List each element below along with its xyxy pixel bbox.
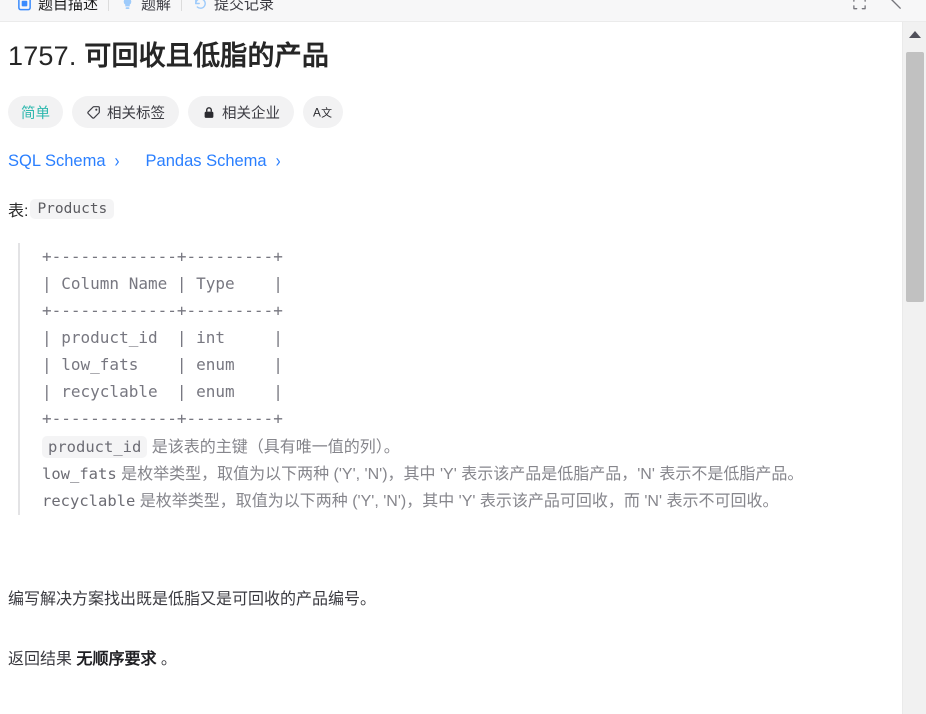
table-label: 表: Products <box>8 197 878 221</box>
related-companies-label: 相关企业 <box>222 105 280 122</box>
tag-icon <box>86 105 101 120</box>
difficulty-label: 简单 <box>21 105 50 122</box>
tab-bar-actions <box>850 0 926 13</box>
order-note-prefix: 返回结果 <box>8 651 77 668</box>
code-product-id: product_id <box>42 436 148 458</box>
translate-button[interactable]: A 文 <box>303 96 343 128</box>
triangle-up-icon <box>908 30 921 38</box>
table-name: Products <box>30 199 115 219</box>
problem-content: 1757. 可回收且低脂的产品 简单 相关标签 相关企业 A 文 SQL Sch… <box>0 22 902 714</box>
related-companies-button[interactable]: 相关企业 <box>188 96 294 128</box>
ascii-schema-table: +-------------+---------+ | Column Name … <box>42 247 283 428</box>
svg-text:文: 文 <box>321 106 332 120</box>
related-tags-label: 相关标签 <box>107 105 165 122</box>
problem-description-pane: 题目描述 题解 提交记录 1757. 可回收且低脂的产品 简单 相关标签 相关企… <box>0 0 926 714</box>
tab-bar: 题目描述 题解 提交记录 <box>0 0 926 22</box>
note-low-fats: low_fats 是枚举类型，取值为以下两种 ('Y', 'N')，其中 'Y'… <box>42 461 878 488</box>
note-product-id-text: 是该表的主键（具有唯一值的列）。 <box>147 439 400 456</box>
note-low-fats-text: 是枚举类型，取值为以下两种 ('Y', 'N')，其中 'Y' 表示该产品是低脂… <box>116 466 804 483</box>
status-badge-difficulty[interactable]: 简单 <box>8 96 63 128</box>
tab-label: 题目描述 <box>38 0 99 13</box>
code-low-fats: low_fats <box>42 465 117 483</box>
note-recyclable-text: 是枚举类型，取值为以下两种 ('Y', 'N')，其中 'Y' 表示该产品可回收… <box>135 493 779 510</box>
svg-text:A: A <box>313 106 321 120</box>
pandas-schema-label: Pandas Schema <box>145 152 267 170</box>
chevron-right-icon: › <box>114 150 120 173</box>
tab-submissions[interactable]: 提交记录 <box>182 0 284 21</box>
related-tags-button[interactable]: 相关标签 <box>72 96 179 128</box>
pandas-schema-link[interactable]: Pandas Schema › <box>146 152 281 171</box>
lightbulb-icon <box>119 0 135 12</box>
history-icon <box>192 0 208 12</box>
note-product-id: product_id 是该表的主键（具有唯一值的列）。 <box>42 434 878 461</box>
document-icon <box>16 0 32 12</box>
tab-label: 题解 <box>141 0 172 13</box>
problem-number: 1757. <box>8 41 77 71</box>
order-note-emphasis: 无顺序要求 <box>76 651 157 668</box>
problem-title: 可回收且低脂的产品 <box>84 41 330 71</box>
chevron-right-icon: › <box>275 150 281 173</box>
sql-schema-label: SQL Schema <box>8 152 106 170</box>
translate-icon: A 文 <box>313 104 333 120</box>
code-recyclable: recyclable <box>42 492 136 510</box>
collapse-diagonal-icon[interactable] <box>886 0 904 13</box>
schema-links: SQL Schema › Pandas Schema › <box>8 152 878 171</box>
tab-label: 提交记录 <box>214 0 275 13</box>
order-note-suffix: 。 <box>156 651 177 668</box>
column-notes: product_id 是该表的主键（具有唯一值的列）。 low_fats 是枚举… <box>42 434 878 515</box>
tab-solutions[interactable]: 题解 <box>109 0 181 21</box>
tab-problem-description[interactable]: 题目描述 <box>6 0 108 21</box>
vertical-scrollbar[interactable] <box>902 22 926 714</box>
problem-statement: 编写解决方案找出既是低脂又是可回收的产品编号。 <box>8 591 377 608</box>
expand-icon[interactable] <box>850 0 868 13</box>
note-recyclable: recyclable 是枚举类型，取值为以下两种 ('Y', 'N')，其中 '… <box>42 488 878 515</box>
sql-schema-link[interactable]: SQL Schema › <box>8 152 120 171</box>
scrollbar-thumb[interactable] <box>906 52 924 302</box>
badge-row: 简单 相关标签 相关企业 A 文 <box>8 96 878 128</box>
lock-icon <box>202 105 216 120</box>
scroll-up-button[interactable] <box>903 22 926 46</box>
table-label-prefix: 表: <box>8 203 29 220</box>
order-note: 返回结果 无顺序要求 。 <box>8 647 878 673</box>
page-title: 1757. 可回收且低脂的产品 <box>8 38 878 74</box>
schema-blockquote: +-------------+---------+ | Column Name … <box>18 243 878 515</box>
